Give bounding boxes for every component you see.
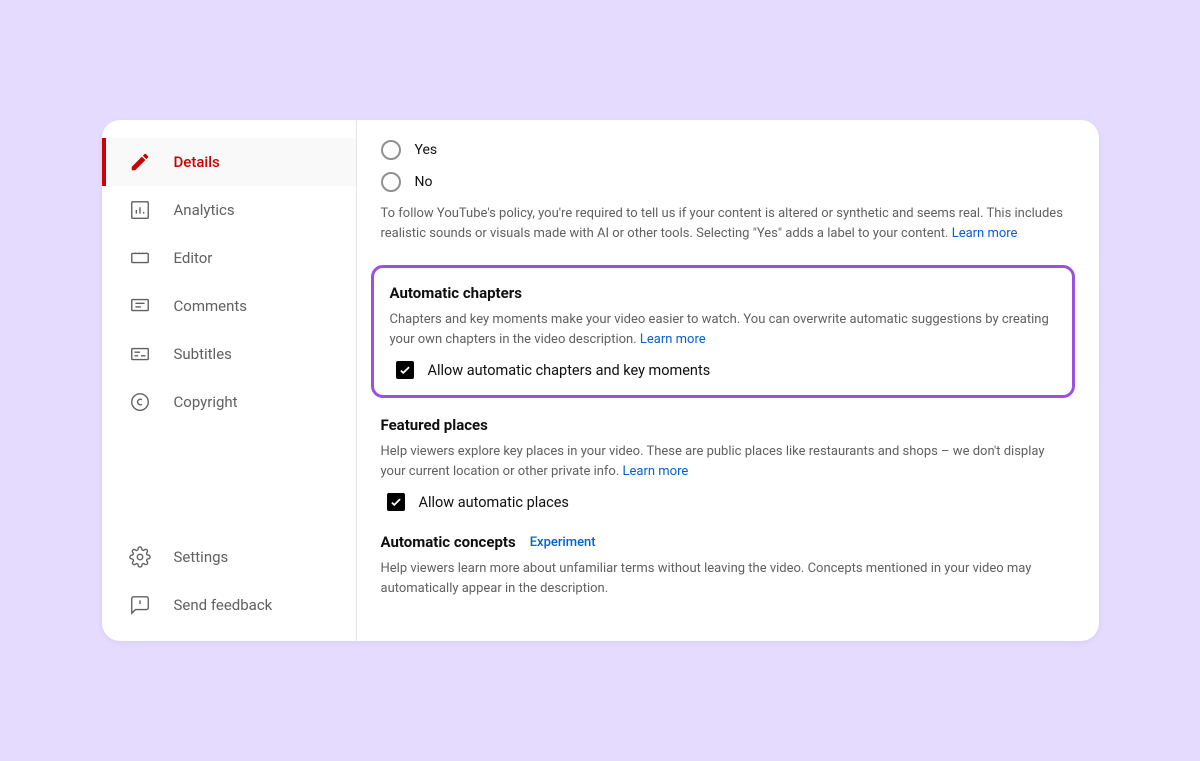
gear-icon — [128, 545, 152, 569]
radio-icon — [381, 140, 401, 160]
sidebar-item-settings[interactable]: Settings — [102, 533, 356, 581]
sidebar-item-label: Analytics — [174, 201, 235, 219]
experiment-badge: Experiment — [530, 535, 596, 550]
radio-label: Yes — [415, 142, 438, 158]
radio-yes[interactable]: Yes — [381, 140, 1075, 160]
sidebar-item-label: Details — [174, 153, 220, 171]
main-content: Yes No To follow YouTube's policy, you'r… — [357, 120, 1099, 641]
chapters-learn-more-link[interactable]: Learn more — [640, 332, 706, 347]
automatic-concepts-section: Automatic concepts Experiment Help viewe… — [381, 533, 1075, 598]
chapters-desc: Chapters and key moments make your video… — [390, 310, 1056, 349]
policy-text: To follow YouTube's policy, you're requi… — [381, 204, 1071, 243]
places-learn-more-link[interactable]: Learn more — [623, 464, 689, 479]
sidebar-item-copyright[interactable]: Copyright — [102, 378, 356, 426]
chapters-desc-text: Chapters and key moments make your video… — [390, 312, 1049, 347]
sidebar-item-label: Subtitles — [174, 345, 232, 363]
places-title: Featured places — [381, 416, 1075, 434]
sidebar-item-label: Comments — [174, 297, 248, 315]
chapters-checkbox-label: Allow automatic chapters and key moments — [428, 362, 711, 379]
chapters-checkbox-row[interactable]: Allow automatic chapters and key moments — [390, 361, 1056, 379]
radio-icon — [381, 172, 401, 192]
feedback-icon — [128, 593, 152, 617]
checkbox-checked-icon — [387, 493, 405, 511]
sidebar-item-label: Send feedback — [174, 596, 273, 614]
sidebar-item-analytics[interactable]: Analytics — [102, 186, 356, 234]
sidebar-item-label: Editor — [174, 249, 213, 267]
radio-label: No — [415, 174, 433, 190]
policy-learn-more-link[interactable]: Learn more — [952, 226, 1018, 241]
chapters-title: Automatic chapters — [390, 284, 1056, 302]
places-desc-text: Help viewers explore key places in your … — [381, 444, 1045, 479]
concepts-title: Automatic concepts — [381, 533, 516, 551]
editor-icon — [128, 246, 152, 270]
places-checkbox-row[interactable]: Allow automatic places — [381, 493, 1075, 511]
pencil-icon — [128, 150, 152, 174]
sidebar-bottom: Settings Send feedback — [102, 533, 356, 641]
sidebar-item-details[interactable]: Details — [102, 138, 356, 186]
settings-card: Details Analytics Editor Comments — [102, 120, 1099, 641]
places-desc: Help viewers explore key places in your … — [381, 442, 1071, 481]
places-checkbox-label: Allow automatic places — [419, 494, 569, 511]
sidebar-item-feedback[interactable]: Send feedback — [102, 581, 356, 629]
analytics-icon — [128, 198, 152, 222]
concepts-desc: Help viewers learn more about unfamiliar… — [381, 559, 1071, 598]
sidebar-top: Details Analytics Editor Comments — [102, 138, 356, 533]
sidebar-item-comments[interactable]: Comments — [102, 282, 356, 330]
sidebar: Details Analytics Editor Comments — [102, 120, 357, 641]
sidebar-item-label: Settings — [174, 548, 229, 566]
subtitles-icon — [128, 342, 152, 366]
sidebar-item-subtitles[interactable]: Subtitles — [102, 330, 356, 378]
copyright-icon — [128, 390, 152, 414]
automatic-chapters-highlight: Automatic chapters Chapters and key mome… — [371, 265, 1075, 398]
featured-places-section: Featured places Help viewers explore key… — [381, 416, 1075, 511]
radio-no[interactable]: No — [381, 172, 1075, 192]
checkbox-checked-icon — [396, 361, 414, 379]
sidebar-item-label: Copyright — [174, 393, 238, 411]
comments-icon — [128, 294, 152, 318]
sidebar-item-editor[interactable]: Editor — [102, 234, 356, 282]
